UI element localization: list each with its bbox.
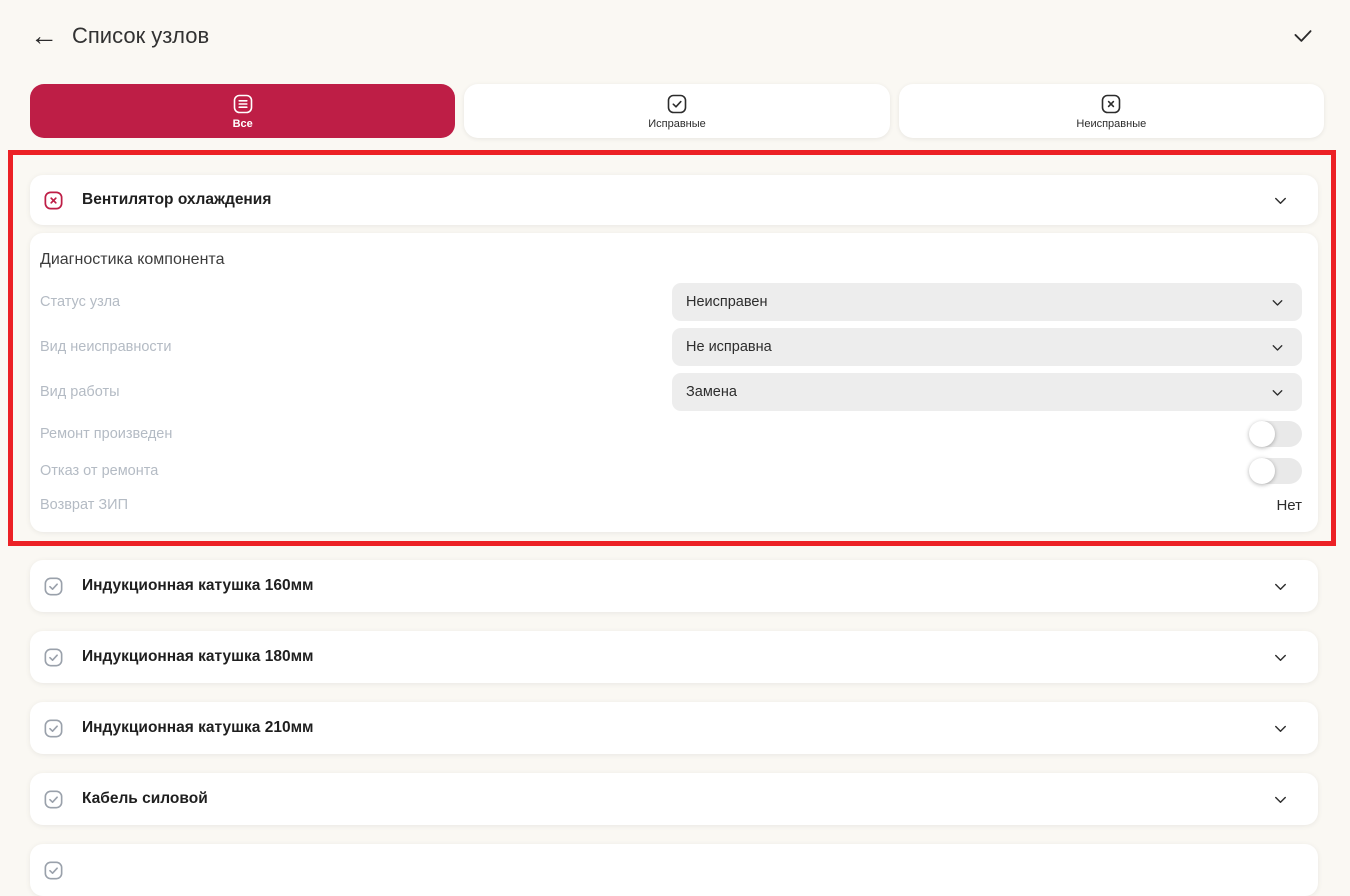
diagnostics-card: Диагностика компонента Статус узла Неисп… bbox=[30, 233, 1318, 532]
field-row-status: Статус узла Неисправен bbox=[40, 283, 1302, 321]
tab-faulty-label: Неисправные bbox=[1076, 118, 1146, 130]
toggle-knob bbox=[1249, 421, 1275, 447]
repair-refused-toggle[interactable] bbox=[1250, 458, 1302, 484]
chevron-down-icon[interactable] bbox=[1271, 719, 1290, 738]
topbar: ← Список узлов bbox=[0, 0, 1350, 52]
node-item-partial[interactable] bbox=[30, 844, 1318, 896]
check-square-icon bbox=[42, 717, 65, 740]
node-item-power-cable[interactable]: Кабель силовой bbox=[30, 773, 1318, 825]
confirm-check-icon[interactable] bbox=[1290, 23, 1316, 49]
node-item-title: Индукционная катушка 210мм bbox=[82, 719, 1271, 737]
toggle-knob bbox=[1249, 458, 1275, 484]
zip-return-value: Нет bbox=[1276, 497, 1302, 514]
node-item-fan-header[interactable]: Вентилятор охлаждения bbox=[30, 175, 1318, 225]
chevron-down-icon bbox=[1269, 339, 1286, 356]
field-row-fault-type: Вид неисправности Не исправна bbox=[40, 328, 1302, 366]
tab-working[interactable]: Исправные bbox=[464, 84, 889, 138]
node-item-coil-180[interactable]: Индукционная катушка 180мм bbox=[30, 631, 1318, 683]
fault-type-dropdown[interactable]: Не исправна bbox=[672, 328, 1302, 366]
field-label: Возврат ЗИП bbox=[40, 497, 128, 513]
check-square-icon bbox=[665, 92, 689, 116]
chevron-down-icon[interactable] bbox=[1271, 648, 1290, 667]
node-item-title: Индукционная катушка 180мм bbox=[82, 648, 1271, 666]
tab-faulty[interactable]: Неисправные bbox=[899, 84, 1324, 138]
field-label: Отказ от ремонта bbox=[40, 463, 158, 479]
check-square-icon bbox=[42, 575, 65, 598]
chevron-down-icon bbox=[1269, 384, 1286, 401]
field-row-zip-return: Возврат ЗИП Нет bbox=[40, 492, 1302, 518]
chevron-down-icon[interactable] bbox=[1271, 577, 1290, 596]
node-item-coil-210[interactable]: Индукционная катушка 210мм bbox=[30, 702, 1318, 754]
check-square-icon bbox=[42, 788, 65, 811]
dropdown-value: Неисправен bbox=[686, 294, 767, 310]
x-square-icon bbox=[42, 189, 65, 212]
x-square-icon bbox=[1099, 92, 1123, 116]
tab-all[interactable]: Все bbox=[30, 84, 455, 138]
list-icon bbox=[231, 92, 255, 116]
tab-all-label: Все bbox=[233, 118, 253, 130]
field-label: Вид работы bbox=[40, 384, 120, 400]
filter-tabs: Все Исправные Неисправные bbox=[30, 84, 1324, 138]
node-item-title: Индукционная катушка 160мм bbox=[82, 577, 1271, 595]
dropdown-value: Не исправна bbox=[686, 339, 772, 355]
chevron-down-icon[interactable] bbox=[1271, 790, 1290, 809]
node-list: Вентилятор охлаждения Диагностика компон… bbox=[30, 175, 1318, 896]
field-row-repair-done: Ремонт произведен bbox=[40, 418, 1302, 450]
check-square-icon bbox=[42, 646, 65, 669]
field-row-repair-refused: Отказ от ремонта bbox=[40, 455, 1302, 487]
status-dropdown[interactable]: Неисправен bbox=[672, 283, 1302, 321]
check-square-icon bbox=[42, 859, 65, 882]
dropdown-value: Замена bbox=[686, 384, 737, 400]
node-item-coil-160[interactable]: Индукционная катушка 160мм bbox=[30, 560, 1318, 612]
tab-working-label: Исправные bbox=[648, 118, 706, 130]
field-label: Вид неисправности bbox=[40, 339, 171, 355]
node-item-title: Вентилятор охлаждения bbox=[82, 191, 1271, 209]
field-label: Статус узла bbox=[40, 294, 120, 310]
node-item-title: Кабель силовой bbox=[82, 790, 1271, 808]
work-type-dropdown[interactable]: Замена bbox=[672, 373, 1302, 411]
page-title: Список узлов bbox=[72, 23, 209, 49]
field-row-work-type: Вид работы Замена bbox=[40, 373, 1302, 411]
repair-done-toggle[interactable] bbox=[1250, 421, 1302, 447]
diagnostics-section-title: Диагностика компонента bbox=[40, 251, 1302, 269]
back-arrow-icon[interactable]: ← bbox=[30, 23, 58, 49]
field-label: Ремонт произведен bbox=[40, 426, 172, 442]
chevron-down-icon bbox=[1269, 294, 1286, 311]
chevron-down-icon[interactable] bbox=[1271, 191, 1290, 210]
